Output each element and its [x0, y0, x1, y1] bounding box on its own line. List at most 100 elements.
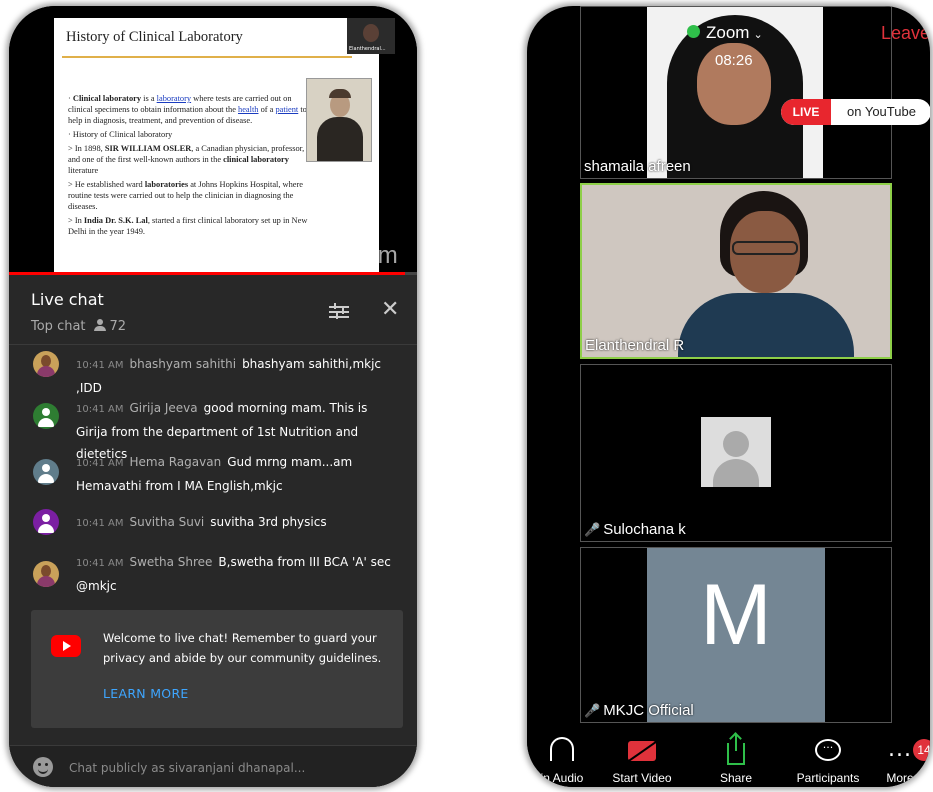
chat-header: Live chat Top chat 72 ✕ — [9, 275, 417, 345]
chat-input-bar — [9, 745, 417, 787]
notice-text: Welcome to live chat! Remember to guard … — [103, 631, 382, 665]
emoji-icon[interactable] — [33, 757, 53, 777]
live-badge: LIVE — [781, 99, 831, 125]
slide-paragraph: > In India Dr. S.K. Lal, started a first… — [68, 216, 308, 236]
button-label: Participants — [796, 771, 860, 785]
message-body: 10:41 AM Hema Ragavan Gud mrng mam...am He… — [76, 451, 401, 497]
live-platform-text: on YouTube — [847, 104, 916, 119]
participant-name: shamaila afreen — [584, 158, 691, 175]
slide-title: History of Clinical Laboratory — [66, 29, 243, 45]
message-time: 10:41 AM — [76, 404, 124, 415]
slide-paragraph: > In 1898, SIR WILLIAM OSLER, a Canadian… — [68, 144, 305, 175]
participant-name: MKJC Official — [603, 702, 694, 719]
slide-paragraph: · Clinical laboratory is a laboratory wh… — [68, 94, 307, 125]
slider-line — [329, 316, 349, 318]
share-button[interactable]: Share — [701, 731, 771, 787]
presenter-label: Elanthendral... — [349, 46, 386, 52]
youtube-logo-icon — [51, 635, 81, 657]
slide-link: laboratory — [156, 94, 192, 103]
slide-text: In 1898, — [74, 144, 105, 153]
leave-button[interactable]: Leave — [881, 23, 930, 44]
slide-text: literature — [68, 166, 99, 175]
slide-text: In — [74, 216, 84, 225]
shield-icon — [687, 25, 700, 38]
active-speaker-tile[interactable]: Elanthendral R — [580, 183, 892, 359]
slide-text: History of Clinical laboratory — [72, 130, 173, 139]
participant-name: Elanthendral R — [585, 337, 685, 354]
user-avatar[interactable] — [33, 403, 59, 429]
slide-bold-text: Clinical laboratory — [72, 94, 142, 103]
join-audio-button[interactable]: in Audio — [527, 731, 597, 787]
slide-paragraph: > He established ward laboratories at Jo… — [68, 180, 304, 211]
initial-letter: M — [700, 567, 772, 663]
slide-portrait-image — [306, 78, 372, 162]
video-player[interactable]: History of Clinical Laboratory · Clinica… — [9, 6, 417, 274]
app-title: Zoom — [706, 23, 750, 42]
participant-label: 🎤 MKJC Official — [584, 702, 694, 719]
viewer-count: 72 — [109, 319, 127, 334]
user-avatar[interactable] — [33, 459, 59, 485]
chat-title: Live chat — [31, 290, 104, 309]
start-video-button[interactable]: Start Video — [607, 731, 677, 787]
slide-text: He established ward — [74, 180, 145, 189]
button-label: in Audio — [540, 771, 584, 785]
close-chat-icon[interactable]: ✕ — [381, 297, 399, 322]
presentation-slide: History of Clinical Laboratory · Clinica… — [54, 18, 379, 274]
message-time: 10:41 AM — [76, 558, 124, 569]
message-text: B,swetha from III BCA 'A' sec @mkjc — [76, 555, 391, 593]
presenter-head — [363, 24, 379, 42]
learn-more-link[interactable]: LEARN MORE — [103, 686, 189, 701]
slide-bold-text: SIR WILLIAM OSLER — [104, 144, 192, 153]
slide-link: health — [238, 105, 259, 114]
youtube-phone: History of Clinical Laboratory · Clinica… — [9, 6, 417, 787]
message-time: 10:41 AM — [76, 360, 124, 371]
message-time: 10:41 AM — [76, 518, 124, 529]
live-stream-indicator[interactable]: LIVE on YouTube — [781, 99, 930, 125]
message-time: 10:41 AM — [76, 458, 124, 469]
message-body: 10:41 AM Suvitha Suvi suvitha 3rd physics — [76, 511, 401, 535]
chat-settings-icon[interactable] — [329, 303, 349, 321]
participants-icon: ··· — [815, 739, 841, 761]
participant-tile[interactable]: 🎤 Sulochana k — [580, 364, 892, 542]
message-text: suvitha 3rd physics — [210, 515, 327, 529]
slide-text: is a — [141, 94, 157, 103]
button-label: More — [886, 771, 914, 785]
button-label: Share — [719, 771, 753, 785]
message-author: bhashyam sahithi — [129, 357, 237, 371]
chat-input[interactable] — [69, 757, 399, 779]
button-label: Start Video — [612, 771, 672, 785]
message-body: 10:41 AM bhashyam sahithi bhashyam sahithi… — [76, 353, 401, 399]
zoom-watermark: zoom — [339, 242, 398, 269]
presenter-thumbnail: Elanthendral... — [347, 18, 395, 54]
meeting-title[interactable]: Zoom ⌄ — [687, 23, 763, 43]
zoom-phone: shamaila afreen Elanthendral R 🎤 Sulochan… — [527, 6, 930, 787]
live-chat-panel: Live chat Top chat 72 ✕ 10:41 AM bhashyam … — [9, 275, 417, 787]
slide-bold-text: laboratories — [144, 180, 189, 189]
slide-bold-text: India Dr. S.K. Lal — [83, 216, 148, 225]
chat-mode-selector[interactable]: Top chat 72 — [31, 319, 126, 334]
viewer-icon — [93, 319, 106, 331]
slide-text: of a — [258, 105, 276, 114]
muted-mic-icon: 🎤 — [584, 703, 601, 718]
participants-button[interactable]: ··· Participants — [783, 731, 873, 787]
chevron-down-icon: ⌄ — [753, 29, 763, 41]
user-avatar[interactable] — [33, 509, 59, 535]
slide-body: · Clinical laboratory is a laboratory wh… — [68, 93, 308, 240]
notification-badge: 14 — [913, 739, 930, 761]
slider-knob — [336, 313, 338, 319]
more-button[interactable]: ... 14 More — [870, 731, 930, 787]
portrait-hair — [329, 89, 351, 98]
meeting-timer: 08:26 — [715, 52, 753, 69]
message-author: Suvitha Suvi — [129, 515, 205, 529]
user-avatar[interactable] — [33, 561, 59, 587]
chat-mode-label: Top chat — [31, 319, 86, 334]
slide-bold-text: clinical laboratory — [223, 155, 289, 164]
participant-tile[interactable]: M 🎤 MKJC Official — [580, 547, 892, 723]
welcome-notice: Welcome to live chat! Remember to guard … — [31, 610, 403, 728]
slider-knob — [342, 308, 344, 314]
message-author: Hema Ragavan — [129, 455, 222, 469]
slider-line — [329, 311, 349, 313]
participant-label: 🎤 Sulochana k — [584, 521, 686, 538]
user-avatar[interactable] — [33, 351, 59, 377]
more-dots-icon: ... — [888, 737, 912, 762]
